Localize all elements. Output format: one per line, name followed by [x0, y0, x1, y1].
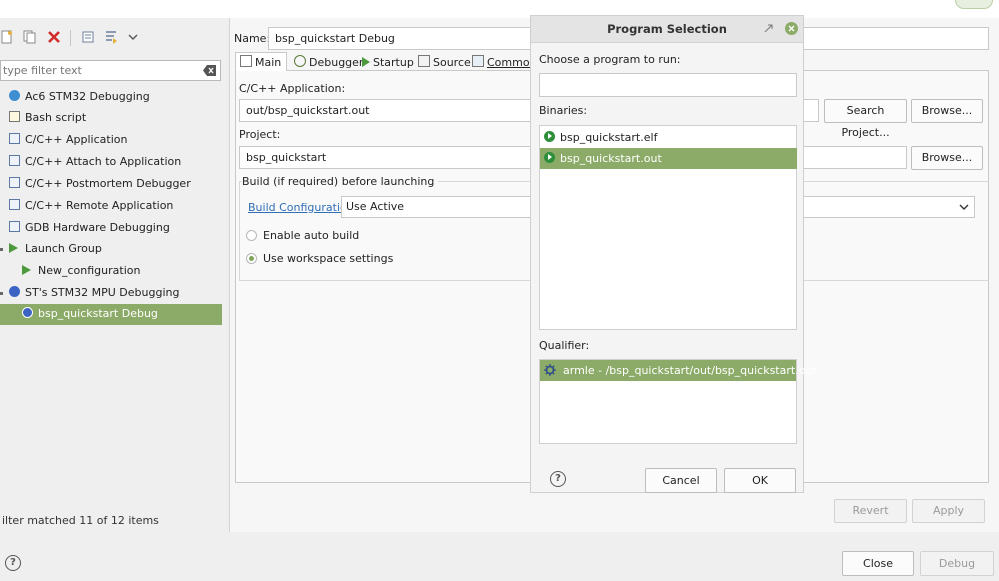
workspace-settings-label: Use workspace settings [263, 252, 394, 265]
tree-item-ac6-stm32-debugging[interactable]: Ac6 STM32 Debugging [0, 87, 221, 107]
tree-item-cpp-attach[interactable]: C/C++ Attach to Application [0, 152, 221, 172]
qualifier-list[interactable]: armle - /bsp_quickstart/out/bsp_quicksta… [539, 359, 817, 444]
launch-group-icon [9, 243, 18, 253]
tree-item-cpp-application[interactable]: C/C++ Application [0, 130, 221, 150]
tree-item-label: Ac6 STM32 Debugging [25, 90, 150, 103]
play-icon [362, 57, 370, 67]
close-button[interactable]: Close [842, 551, 914, 576]
filter-status-text: ilter matched 11 of 12 items [2, 514, 159, 527]
bash-script-icon [9, 111, 20, 122]
choose-program-label: Choose a program to run: [539, 53, 681, 66]
browse-app-button[interactable]: Browse... [911, 99, 983, 123]
tree-item-label: C/C++ Attach to Application [25, 155, 182, 168]
window-top-strip [0, 0, 999, 18]
c-app-icon [9, 199, 20, 210]
tree-item-label: New_configuration [38, 264, 141, 277]
binary-item-out[interactable]: bsp_quickstart.out [540, 148, 797, 169]
build-group-label: Build (if required) before launching [242, 175, 439, 188]
apply-button[interactable]: Apply [912, 499, 985, 523]
source-icon [418, 55, 430, 67]
tree-item-label: C/C++ Postmortem Debugger [25, 177, 191, 190]
gear-icon [544, 364, 556, 376]
name-label: Name: [234, 32, 271, 45]
chevron-down-icon[interactable] [958, 201, 970, 213]
app-label: C/C++ Application: [239, 82, 346, 95]
tree-item-bsp-quickstart-debug[interactable]: bsp_quickstart Debug [0, 304, 222, 325]
ac6-debug-icon [9, 90, 20, 101]
c-app-icon [9, 177, 20, 188]
ok-button[interactable]: OK [724, 468, 796, 493]
expand-toggle-icon[interactable] [0, 292, 3, 295]
close-icon[interactable] [785, 22, 798, 35]
common-icon [472, 55, 484, 67]
c-app-icon [9, 155, 20, 166]
tree-item-label: Launch Group [25, 242, 102, 255]
binaries-list[interactable]: bsp_quickstart.elf bsp_quickstart.out [539, 125, 797, 330]
tree-item-label: Bash script [25, 111, 87, 124]
tree-item-label: C/C++ Remote Application [25, 199, 174, 212]
tree-item-label: ST's STM32 MPU Debugging [25, 286, 180, 299]
tree-item-label: C/C++ Application [25, 133, 128, 146]
run-binary-icon [544, 131, 555, 142]
tree-item-new-configuration[interactable]: New_configuration [0, 261, 221, 281]
tab-source[interactable]: Source [418, 54, 471, 72]
c-app-icon [9, 133, 20, 144]
new-config-icon[interactable] [0, 30, 14, 44]
tree-item-bash-script[interactable]: Bash script [0, 108, 221, 128]
delete-config-icon[interactable] [47, 30, 61, 44]
search-project-button[interactable]: Search Project... [824, 99, 907, 139]
qualifier-label: Qualifier: [539, 339, 590, 352]
tab-main[interactable]: Main [240, 54, 281, 72]
st-mpu-debug-icon [22, 307, 33, 318]
restore-icon[interactable] [764, 24, 773, 33]
qualifier-item[interactable]: armle - /bsp_quickstart/out/bsp_quicksta… [540, 360, 817, 381]
run-binary-icon [544, 152, 555, 163]
collapse-all-icon[interactable] [81, 30, 95, 44]
program-filter-field[interactable] [539, 73, 797, 97]
chevron-down-icon[interactable] [126, 30, 140, 44]
duplicate-config-icon[interactable] [23, 30, 37, 44]
filter-field[interactable] [0, 60, 221, 81]
expand-toggle-icon[interactable] [0, 248, 3, 251]
tree-item-cpp-remote[interactable]: C/C++ Remote Application [0, 196, 221, 216]
workspace-settings-radio[interactable] [246, 253, 257, 264]
tab-debugger[interactable]: Debugger [294, 54, 363, 72]
tree-item-st-mpu-debugging[interactable]: ST's STM32 MPU Debugging [0, 283, 221, 303]
binaries-label: Binaries: [539, 104, 588, 117]
dialog-title: Program Selection [607, 22, 727, 36]
auto-build-label: Enable auto build [263, 229, 360, 242]
program-selection-dialog: Program Selection Choose a program to ru… [530, 15, 817, 493]
eclipse-corner-icon [955, 0, 993, 9]
tree-item-label: bsp_quickstart Debug [38, 307, 158, 320]
binary-item-elf[interactable]: bsp_quickstart.elf [540, 127, 797, 148]
tree-item-cpp-postmortem[interactable]: C/C++ Postmortem Debugger [0, 174, 221, 194]
dialog-title-bar: Program Selection [531, 16, 803, 43]
tab-startup[interactable]: Startup [362, 54, 414, 72]
tree-item-label: GDB Hardware Debugging [25, 221, 170, 234]
tree-item-launch-group[interactable]: Launch Group [0, 239, 221, 259]
project-label: Project: [239, 128, 281, 141]
bug-icon [294, 55, 306, 67]
c-app-icon [9, 221, 20, 232]
clear-filter-icon[interactable] [203, 65, 216, 76]
toolbar-separator [70, 30, 71, 46]
document-icon [240, 55, 252, 67]
auto-build-radio[interactable] [246, 230, 257, 241]
tab-common[interactable]: Common [472, 54, 537, 72]
dialog-help-icon[interactable]: ? [550, 471, 566, 487]
filter-configs-icon[interactable] [104, 30, 118, 44]
tree-item-gdb-hardware[interactable]: GDB Hardware Debugging [0, 218, 221, 238]
cancel-button[interactable]: Cancel [645, 468, 717, 493]
launch-config-icon [22, 265, 31, 275]
debug-button[interactable]: Debug [920, 551, 994, 576]
st-mpu-debug-icon [9, 286, 20, 297]
browse-project-button[interactable]: Browse... [911, 146, 983, 170]
help-icon[interactable]: ? [5, 555, 21, 571]
revert-button[interactable]: Revert [834, 499, 907, 523]
filter-input[interactable] [1, 61, 193, 80]
